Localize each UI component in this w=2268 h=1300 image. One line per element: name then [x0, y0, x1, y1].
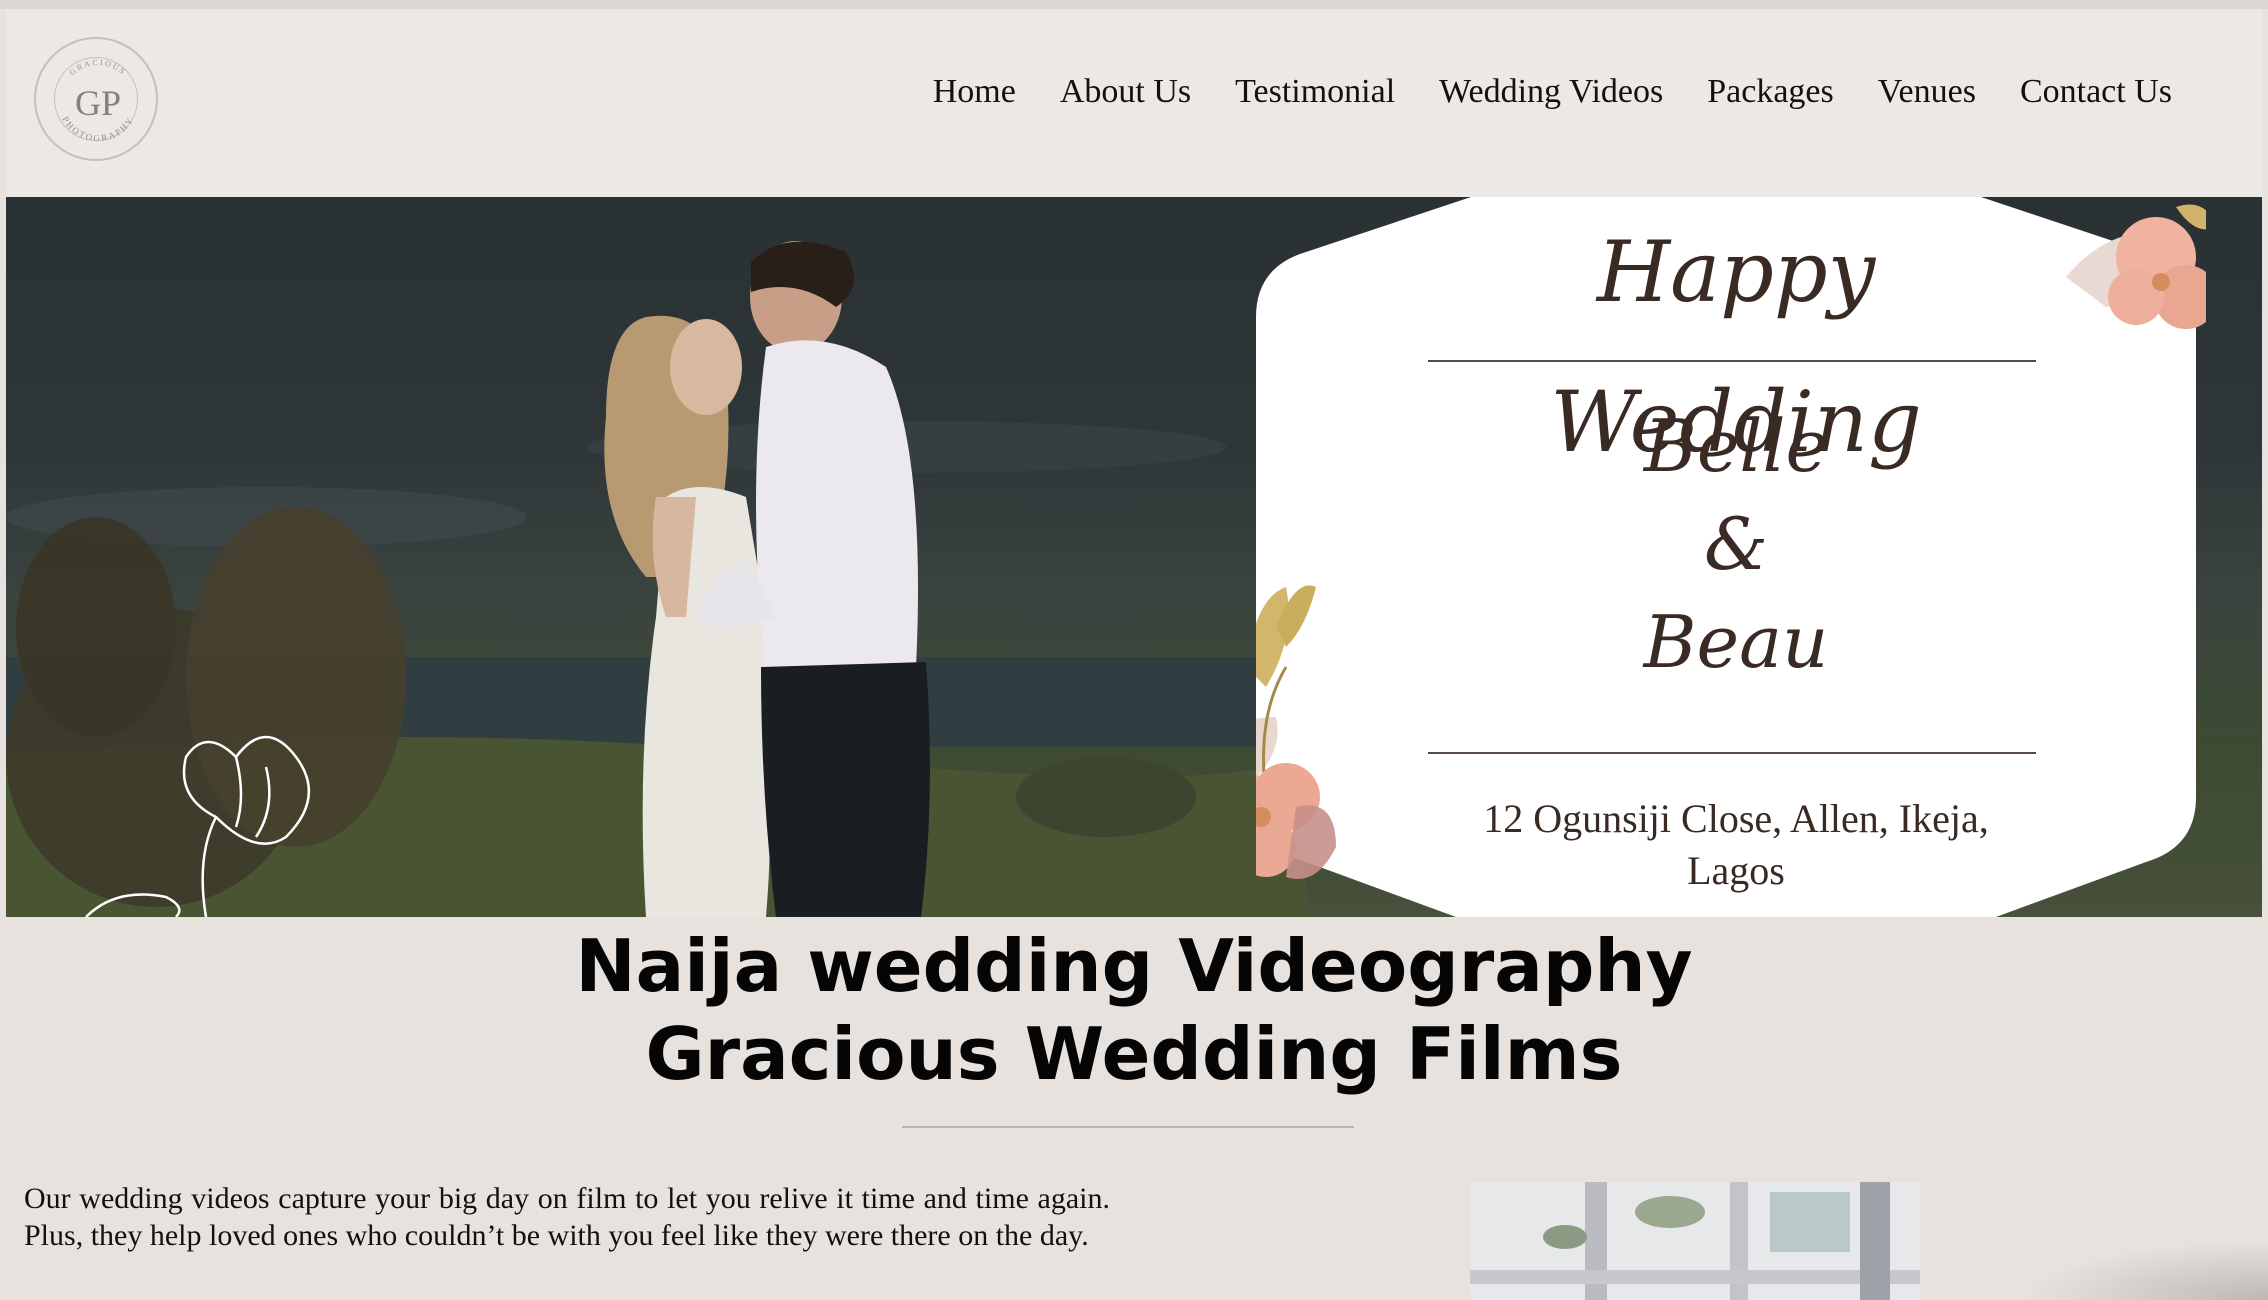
name-two: Beau: [1643, 600, 1829, 684]
nav-home[interactable]: Home: [933, 73, 1016, 111]
logo[interactable]: GRACIOUS PHOTOGRAPHY GP: [34, 37, 158, 161]
nav-packages[interactable]: Packages: [1707, 73, 1834, 111]
nav-contact-us[interactable]: Contact Us: [2020, 73, 2172, 111]
page-title-line-2: Gracious Wedding Films: [645, 1012, 1623, 1096]
logo-top-text: GRACIOUS: [68, 58, 126, 77]
title-divider: [902, 1126, 1354, 1128]
corner-shadow: [2020, 1240, 2268, 1300]
site-header: GRACIOUS PHOTOGRAPHY GP Home About Us Te…: [6, 9, 2262, 197]
main-nav: Home About Us Testimonial Wedding Videos…: [933, 73, 2172, 111]
couple-names: Belle & Beau: [1526, 397, 1946, 691]
svg-text:GRACIOUS: GRACIOUS: [68, 58, 128, 77]
nav-testimonial[interactable]: Testimonial: [1235, 73, 1395, 111]
card-divider-bottom: [1428, 752, 2036, 754]
page-title: Naija wedding Videography Gracious Weddi…: [0, 922, 2268, 1098]
ampersand: &: [1703, 502, 1769, 586]
logo-monogram: GP: [75, 83, 121, 123]
card-divider-top: [1428, 360, 2036, 362]
address-line-2: Lagos: [1687, 848, 1785, 893]
venue-address: 12 Ogunsiji Close, Allen, Ikeja, Lagos: [1456, 793, 2016, 897]
window-photo: [1470, 1182, 1920, 1300]
browser-top-strip: [0, 0, 2268, 9]
nav-wedding-videos[interactable]: Wedding Videos: [1439, 73, 1663, 111]
name-one: Belle: [1643, 404, 1829, 488]
wedding-invitation-card: Happy Wedding Belle & Beau 12 Ogunsiji C…: [1256, 197, 2206, 917]
address-line-1: 12 Ogunsiji Close, Allen, Ikeja,: [1483, 796, 1989, 841]
hero-banner: Happy Wedding Belle & Beau 12 Ogunsiji C…: [6, 197, 2262, 917]
logo-mark: GRACIOUS PHOTOGRAPHY GP: [60, 58, 133, 143]
page-title-line-1: Naija wedding Videography: [575, 924, 1693, 1008]
intro-paragraph: Our wedding videos capture your big day …: [24, 1182, 1110, 1252]
nav-venues[interactable]: Venues: [1878, 73, 1976, 111]
window-frame-art: [1470, 1182, 1920, 1300]
nav-about-us[interactable]: About Us: [1060, 73, 1191, 111]
